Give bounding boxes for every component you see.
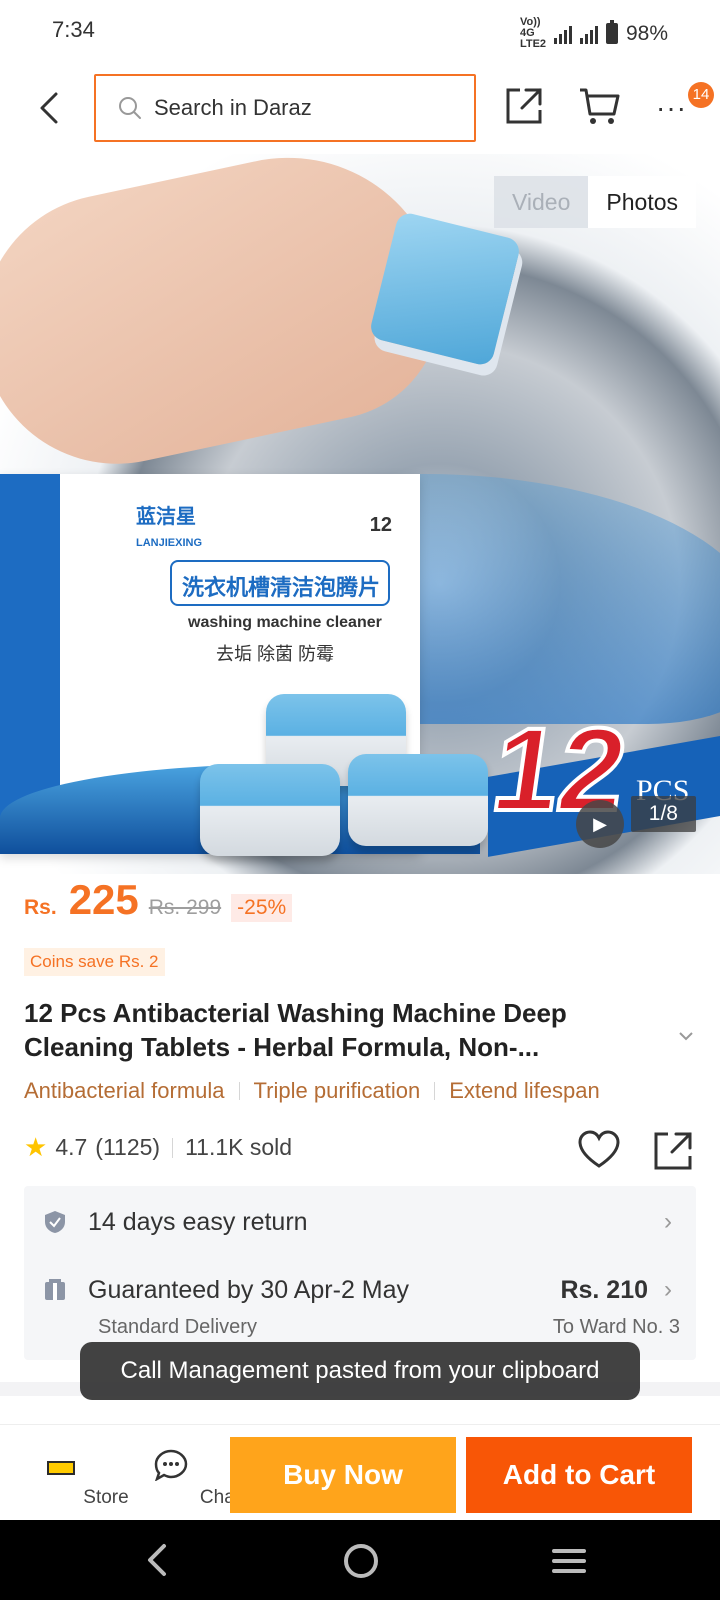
feature-separator: [238, 1082, 240, 1100]
nav-home-icon[interactable]: [344, 1544, 378, 1578]
sold-count: 11.1K sold: [185, 1134, 293, 1160]
header: Search in Daraz ··· 14: [0, 62, 720, 154]
chevron-right-icon: ›: [664, 1276, 672, 1303]
return-policy-row[interactable]: 14 days easy return ›: [24, 1186, 696, 1256]
chat-button[interactable]: Chat: [120, 1425, 240, 1521]
cart-icon[interactable]: [578, 86, 620, 126]
shield-check-icon: [45, 1211, 65, 1233]
search-icon: [119, 97, 141, 119]
chevron-right-icon: ›: [664, 1208, 672, 1235]
back-arrow-icon[interactable]: [32, 88, 68, 128]
signal-icon: [553, 24, 572, 44]
price-row: Rs. 225 Rs. 299 -25%: [24, 876, 293, 936]
network-indicator: Vo)) 4G LTE2: [519, 16, 547, 50]
status-bar: 7:34 Vo)) 4G LTE2 98%: [0, 0, 720, 62]
box-benefits: 去垢 除菌 防霉: [216, 644, 335, 664]
chevron-down-icon[interactable]: [676, 1026, 696, 1046]
box-count: 12: [369, 514, 392, 536]
discount-badge: -25%: [231, 894, 293, 922]
share-icon[interactable]: [504, 86, 544, 126]
store-logo-icon: [47, 1461, 75, 1475]
buy-now-button[interactable]: Buy Now: [230, 1437, 456, 1513]
delivery-destination: To Ward No. 3: [552, 1316, 680, 1338]
status-indicators: Vo)) 4G LTE2 98%: [520, 17, 668, 50]
box-brand: 蓝洁星 LANJIEXING: [136, 506, 203, 549]
nav-back-icon[interactable]: [140, 1540, 176, 1580]
feature-tags: Antibacterial formula Triple purificatio…: [24, 1078, 720, 1104]
clipboard-toast: Call Management pasted from your clipboa…: [80, 1342, 640, 1400]
delivery-box-icon: [45, 1279, 65, 1300]
rating-separator: [172, 1137, 174, 1158]
battery-icon: [605, 20, 618, 44]
rating-row[interactable]: ★ 4.7 (1125) 11.1K sold: [24, 1132, 292, 1163]
nav-recents-icon[interactable]: [552, 1548, 586, 1574]
image-tablet: [200, 764, 340, 856]
return-policy-text: 14 days easy return: [88, 1208, 308, 1236]
delivery-type: Standard Delivery: [98, 1316, 257, 1338]
signal-icon-2: [579, 24, 598, 44]
store-button[interactable]: Store: [6, 1425, 129, 1521]
battery-percent: 98%: [625, 21, 668, 45]
original-price: Rs. 299: [148, 896, 222, 919]
product-image-gallery[interactable]: 蓝洁星 LANJIEXING 12 洗衣机槽清洁泡腾片 washing machi…: [0, 154, 720, 874]
feature-tag: Triple purification: [253, 1078, 421, 1103]
media-toggle: Video Photos: [493, 176, 696, 228]
coins-badge: Coins save Rs. 2: [24, 948, 165, 976]
tab-video[interactable]: Video: [493, 176, 589, 228]
feature-tag: Extend lifespan: [449, 1078, 600, 1103]
box-cleaner-text: washing machine cleaner: [188, 614, 382, 631]
product-title[interactable]: 12 Pcs Antibacterial Washing Machine Dee…: [24, 996, 664, 1064]
feature-tag: Antibacterial formula: [24, 1078, 225, 1103]
price-currency: Rs.: [24, 896, 57, 919]
video-play-icon[interactable]: ▶: [576, 800, 624, 848]
image-tablet: [348, 754, 488, 846]
delivery-date-text: Guaranteed by 30 Apr-2 May: [88, 1276, 410, 1304]
service-info-box: 14 days easy return › Guaranteed by 30 A…: [24, 1186, 696, 1360]
price-value: 225: [68, 876, 139, 923]
cart-count-badge: 14: [688, 82, 714, 108]
image-page-indicator: 1/8: [630, 796, 696, 832]
box-headline: 洗衣机槽清洁泡腾片: [182, 575, 381, 600]
box-label-frame: 洗衣机槽清洁泡腾片: [170, 560, 390, 606]
rating-count: (1125): [95, 1134, 161, 1160]
bottom-action-bar: Store Chat Buy Now Add to Cart: [0, 1424, 720, 1520]
system-navigation-bar: [0, 1520, 720, 1600]
search-placeholder: Search in Daraz: [154, 95, 312, 120]
star-icon: ★: [24, 1132, 48, 1162]
rating-score: 4.7: [55, 1134, 88, 1160]
more-options-icon[interactable]: ···: [656, 92, 692, 123]
add-to-cart-button[interactable]: Add to Cart: [466, 1437, 692, 1513]
share-icon[interactable]: [652, 1130, 694, 1172]
delivery-fee: Rs. 210: [560, 1276, 648, 1304]
wishlist-heart-icon[interactable]: [578, 1130, 620, 1170]
feature-separator: [434, 1082, 436, 1100]
tab-photos[interactable]: Photos: [588, 176, 696, 228]
chat-icon: [154, 1449, 188, 1481]
search-input[interactable]: Search in Daraz: [94, 74, 476, 142]
status-time: 7:34: [52, 17, 95, 42]
